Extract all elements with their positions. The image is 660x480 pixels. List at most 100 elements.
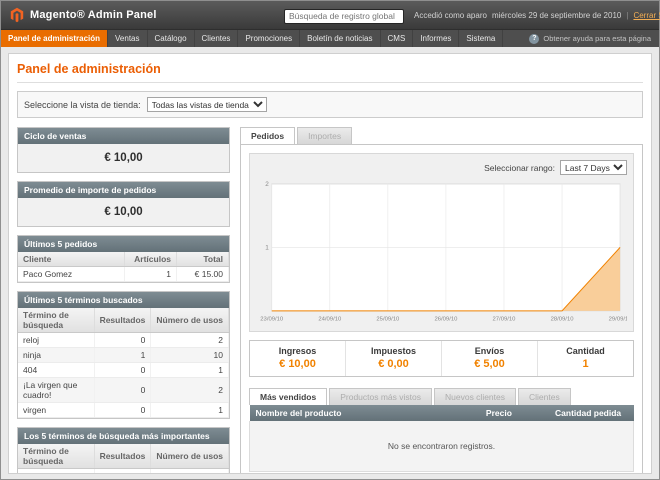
svg-text:25/09/10: 25/09/10	[376, 317, 400, 323]
tab-nuevos-clientes[interactable]: Nuevos clientes	[434, 388, 516, 405]
panel-title: Últimos 5 pedidos	[18, 236, 229, 252]
column-header: Número de usos	[151, 444, 229, 469]
empty-message: No se encontraron registros.	[250, 421, 634, 472]
table-row[interactable]: 40401	[18, 363, 229, 378]
svg-text:26/09/10: 26/09/10	[434, 317, 458, 323]
nav-item-cat-logo[interactable]: Catálogo	[148, 30, 195, 47]
brand-title: Magento® Admin Panel	[30, 9, 157, 21]
dashboard-columns: Ciclo de ventas € 10,00 Promedio de impo…	[17, 127, 643, 474]
svg-text:1: 1	[265, 245, 269, 252]
nav-items: Panel de administraciónVentasCatálogoCli…	[1, 30, 503, 47]
bestsellers-table: Nombre del productoPrecioCantidad pedida…	[249, 405, 634, 472]
range-selector: Seleccionar rango: Last 7 Days	[256, 160, 627, 175]
left-column: Ciclo de ventas € 10,00 Promedio de impo…	[17, 127, 230, 474]
column-header: Nombre del producto	[250, 405, 480, 421]
top-search-terms-table: Término de búsquedaResultadosNúmero de u…	[18, 444, 229, 474]
nav-item-informes[interactable]: Informes	[413, 30, 459, 47]
total-impuestos: Impuestos € 0,00	[346, 341, 442, 376]
column-header: Total	[177, 252, 229, 267]
store-view-select[interactable]: Todas las vistas de tienda	[147, 97, 267, 112]
column-header: Artículos	[125, 252, 177, 267]
content-area: Panel de administración Seleccione la vi…	[8, 53, 652, 474]
total-ingresos: Ingresos € 10,00	[250, 341, 346, 376]
logged-in-as: Accedió como aparo	[414, 11, 487, 20]
svg-text:24/09/10: 24/09/10	[318, 317, 342, 323]
total-label: Envíos	[442, 346, 537, 356]
column-header: Número de usos	[151, 308, 229, 333]
svg-text:28/09/10: 28/09/10	[551, 317, 575, 323]
tab-importes[interactable]: Importes	[297, 127, 352, 144]
global-search	[284, 6, 404, 24]
total-value: € 0,00	[346, 358, 441, 370]
magento-logo-icon	[9, 7, 25, 23]
table-row[interactable]: Paco Gomez1€ 15.00	[18, 267, 229, 282]
tab-productos-m-s-vistos[interactable]: Productos más vistos	[329, 388, 432, 405]
last-search-terms-table: Término de búsquedaResultadosNúmero de u…	[18, 308, 229, 418]
nav-item-promociones[interactable]: Promociones	[238, 30, 300, 47]
panel-title: Últimos 5 términos buscados	[18, 292, 229, 308]
table-row[interactable]: reloj02	[18, 333, 229, 348]
total-value: € 10,00	[250, 358, 345, 370]
table-row[interactable]: virgen01	[18, 403, 229, 418]
svg-text:2: 2	[265, 181, 269, 188]
total-label: Ingresos	[250, 346, 345, 356]
orders-chart: 1 2 23/09/10 24/09/10 25/09/10 26/09/10 27/09/…	[256, 179, 627, 325]
right-column: PedidosImportes Seleccionar rango: Last …	[240, 127, 643, 474]
logout-link[interactable]: Cerrar Sesión	[633, 11, 660, 20]
total-env-os: Envíos € 5,00	[442, 341, 538, 376]
nav-item-cms[interactable]: CMS	[381, 30, 414, 47]
last-orders-table: ClienteArtículosTotalPaco Gomez1€ 15.00	[18, 252, 229, 282]
total-value: 1	[538, 358, 633, 370]
nav-item-bolet-n-de-noticias[interactable]: Boletín de noticias	[300, 30, 380, 47]
magento-admin-window: Magento® Admin Panel Accedió como aparo …	[1, 1, 659, 474]
range-select[interactable]: Last 7 Days	[560, 160, 627, 175]
panel-title: Promedio de importe de pedidos	[18, 182, 229, 198]
total-label: Cantidad	[538, 346, 633, 356]
nav-item-ventas[interactable]: Ventas	[108, 30, 147, 47]
help-label: Obtener ayuda para esta página	[543, 34, 651, 43]
svg-text:29/09/10: 29/09/10	[609, 317, 627, 323]
table-row[interactable]: ninja110	[18, 348, 229, 363]
column-header: Cantidad pedida	[549, 405, 633, 421]
chart-tabs: PedidosImportes	[240, 127, 643, 144]
tab-clientes[interactable]: Clientes	[518, 388, 571, 405]
table-row[interactable]: ¡La virgen que cuadro!02	[18, 378, 229, 403]
nav-item-clientes[interactable]: Clientes	[195, 30, 239, 47]
average-orders-value: € 10,00	[18, 198, 229, 226]
svg-text:23/09/10: 23/09/10	[260, 317, 284, 323]
empty-row: No se encontraron registros.	[250, 421, 634, 472]
tab-m-s-vendidos[interactable]: Más vendidos	[249, 388, 327, 405]
totals-strip: Ingresos € 10,00Impuestos € 0,00Envíos € 5,…	[249, 340, 634, 377]
lifetime-sales-value: € 10,00	[18, 144, 229, 172]
column-header: Resultados	[94, 444, 151, 469]
svg-text:27/09/10: 27/09/10	[493, 317, 517, 323]
last-orders-panel: Últimos 5 pedidos ClienteArtículosTotalP…	[17, 235, 230, 283]
tab-pedidos[interactable]: Pedidos	[240, 127, 295, 144]
help-link[interactable]: ? Obtener ayuda para esta página	[521, 30, 659, 47]
average-orders-panel: Promedio de importe de pedidos € 10,00	[17, 181, 230, 227]
nav-item-sistema[interactable]: Sistema	[459, 30, 503, 47]
current-date: miércoles 29 de septiembre de 2010	[492, 11, 621, 20]
page-title: Panel de administración	[17, 62, 643, 83]
chart-panel: Seleccionar rango: Last 7 Days 1 2 23/09/1…	[249, 153, 634, 332]
column-header: Término de búsqueda	[18, 444, 94, 469]
table-row[interactable]: ninja110	[18, 469, 229, 475]
top-search-terms-panel: Los 5 términos de búsqueda más important…	[17, 427, 230, 474]
column-header: Precio	[480, 405, 549, 421]
range-label: Seleccionar rango:	[484, 163, 555, 173]
lifetime-sales-panel: Ciclo de ventas € 10,00	[17, 127, 230, 173]
column-header: Término de búsqueda	[18, 308, 94, 333]
total-cantidad: Cantidad 1	[538, 341, 633, 376]
store-view-label: Seleccione la vista de tienda:	[24, 100, 141, 110]
session-info: Accedió como aparo miércoles 29 de septi…	[414, 11, 660, 20]
total-value: € 5,00	[442, 358, 537, 370]
separator: |	[626, 11, 628, 20]
total-label: Impuestos	[346, 346, 441, 356]
store-switcher: Seleccione la vista de tienda: Todas las…	[17, 91, 643, 118]
top-header: Magento® Admin Panel Accedió como aparo …	[1, 1, 659, 30]
panel-title: Ciclo de ventas	[18, 128, 229, 144]
nav-item-panel-de-administraci-n[interactable]: Panel de administración	[1, 30, 108, 47]
last-search-terms-panel: Últimos 5 términos buscados Término de b…	[17, 291, 230, 419]
brand: Magento® Admin Panel	[9, 7, 274, 23]
global-search-input[interactable]	[284, 9, 404, 24]
